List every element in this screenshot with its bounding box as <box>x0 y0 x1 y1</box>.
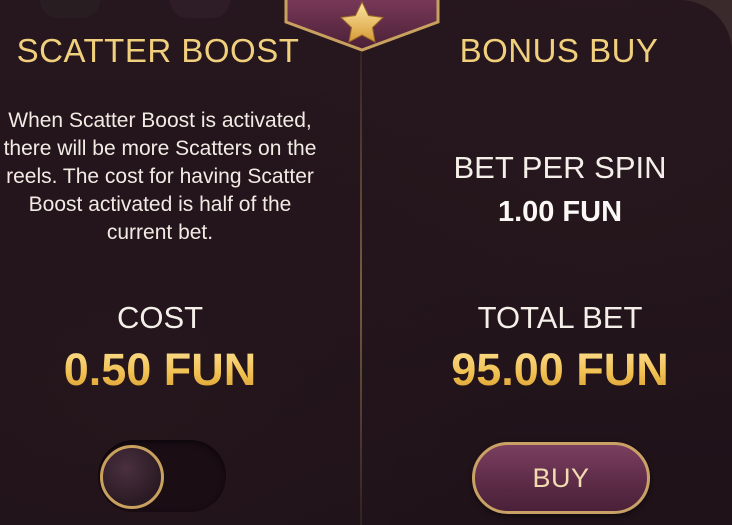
bonus-buy-title: BONUS BUY <box>459 32 659 69</box>
cost-label: COST <box>116 300 204 335</box>
scatter-boost-toggle[interactable] <box>98 440 226 512</box>
cost-value: 0.50 FUN <box>0 344 320 396</box>
column-divider <box>360 52 362 525</box>
toggle-knob[interactable] <box>100 445 164 509</box>
total-bet-label: TOTAL BET <box>477 300 643 335</box>
scatter-boost-description: When Scatter Boost is activated, there w… <box>3 109 317 244</box>
scatter-boost-title: SCATTER BOOST <box>16 32 300 69</box>
total-bet-value: 95.00 FUN <box>400 344 720 396</box>
bonus-dialog-screen: SCATTER BOOST BONUS BUY When Scatter Boo… <box>0 0 732 525</box>
bet-per-spin-value: 1.00 FUN <box>497 196 623 228</box>
bonus-panel: SCATTER BOOST BONUS BUY When Scatter Boo… <box>0 0 732 525</box>
buy-button-label: BUY <box>532 462 590 493</box>
buy-button[interactable]: BUY <box>472 442 650 514</box>
bet-per-spin-label: BET PER SPIN <box>453 150 667 185</box>
